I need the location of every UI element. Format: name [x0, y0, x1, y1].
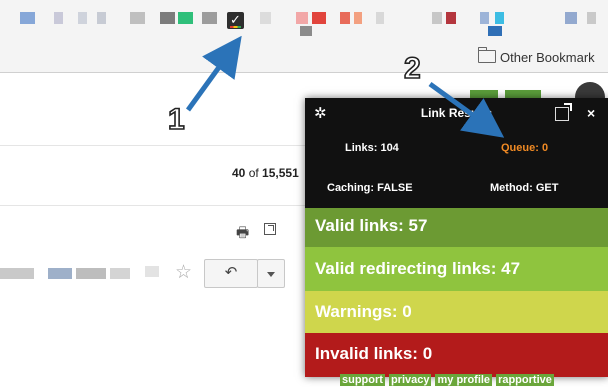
extension-icon[interactable] [495, 12, 504, 24]
footer-links: support privacy my profile rapportive [340, 374, 558, 386]
extension-icon[interactable] [565, 12, 577, 24]
extension-icon[interactable] [488, 26, 502, 36]
rapportive-link[interactable]: rapportive [496, 374, 554, 386]
extension-icon[interactable] [178, 12, 193, 24]
reply-button[interactable]: ↶ [204, 259, 258, 288]
popup-header: ✲ Link Results × [305, 98, 608, 130]
extension-icon[interactable] [376, 12, 384, 24]
extension-icon[interactable] [340, 12, 350, 24]
message-count: 40 of 15,551 [232, 166, 299, 180]
new-window-icon[interactable] [264, 223, 276, 235]
extension-icon[interactable] [354, 12, 362, 24]
other-bookmarks-label: Other Bookmark [500, 50, 595, 65]
profile-link[interactable]: my profile [435, 374, 493, 386]
extension-icon[interactable] [300, 26, 312, 36]
checkmark-icon: ✓ [230, 12, 241, 27]
extension-icon[interactable] [130, 12, 145, 24]
support-link[interactable]: support [340, 374, 385, 386]
valid-links: Valid links: 57 [315, 216, 428, 235]
method-status: Method: GET [490, 182, 559, 194]
extension-icon[interactable] [260, 12, 271, 24]
extension-icon[interactable] [587, 12, 596, 24]
extension-icon[interactable] [480, 12, 489, 24]
extension-icon[interactable] [446, 12, 456, 24]
print-icon[interactable]: 🖶 [236, 222, 249, 246]
extension-icon[interactable] [20, 12, 35, 24]
bookmarks-bar: Other Bookmark [0, 44, 608, 73]
annotation-number-1: 1 [167, 102, 185, 137]
warnings-band[interactable]: Warnings: 0 [305, 291, 608, 333]
invalid-links-band[interactable]: Invalid links: 0 [305, 333, 608, 377]
sender-blurred [145, 266, 159, 277]
extension-icon[interactable] [160, 12, 175, 24]
privacy-link[interactable]: privacy [388, 374, 432, 386]
extension-icon[interactable] [312, 12, 326, 24]
extension-icon[interactable] [97, 12, 106, 24]
sender-blurred [0, 268, 34, 279]
invalid-links: Invalid links: 0 [315, 344, 433, 363]
sender-blurred [48, 268, 72, 279]
sender-blurred [110, 268, 130, 279]
links-count: Links: 104 [345, 142, 399, 154]
star-icon[interactable]: ☆ [175, 261, 192, 284]
extension-icon[interactable] [202, 12, 217, 24]
annotation-number-2: 2 [403, 51, 421, 86]
redirecting-links: Valid redirecting links: 47 [315, 259, 521, 278]
sender-blurred [76, 268, 106, 279]
close-icon[interactable]: × [587, 105, 595, 121]
redirecting-links-band[interactable]: Valid redirecting links: 47 [305, 247, 608, 291]
popout-icon[interactable] [555, 103, 572, 121]
queue-count: Queue: 0 [501, 142, 549, 154]
valid-links-band[interactable]: Valid links: 57 [305, 208, 608, 247]
folder-icon [478, 47, 496, 63]
extension-icon[interactable] [432, 12, 442, 24]
warnings: Warnings: 0 [315, 302, 412, 321]
other-bookmarks[interactable]: Other Bookmark [478, 47, 595, 65]
caching-status: Caching: FALSE [327, 182, 413, 194]
link-results-popup: ✲ Link Results × Links: 104 Queue: 0 Cac… [305, 98, 608, 377]
more-actions-button[interactable] [257, 259, 285, 288]
browser-toolbar: ✓ [0, 0, 608, 45]
extension-icon[interactable] [296, 12, 308, 24]
extension-icon[interactable] [54, 12, 63, 24]
link-checker-extension-button[interactable]: ✓ [227, 12, 244, 29]
extension-icon[interactable] [78, 12, 87, 24]
